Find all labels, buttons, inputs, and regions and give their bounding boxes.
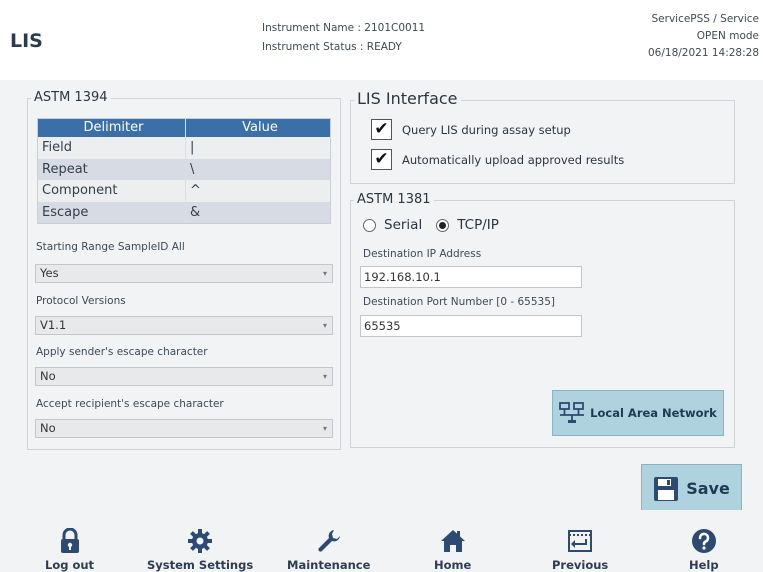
instrument-status: Instrument Status : READY [262,41,402,53]
network-icon [559,402,585,423]
system-settings-button[interactable]: System Settings [147,528,253,572]
query-lis-row[interactable]: ✔ Query LIS during assay setup [371,119,571,140]
chevron-down-icon: ▾ [322,424,327,433]
auto-upload-label: Automatically upload approved results [402,152,625,167]
dest-ip-label: Destination IP Address [363,248,482,260]
chevron-down-icon: ▾ [322,321,327,330]
previous-button[interactable]: Previous [552,528,608,572]
home-icon [440,530,465,552]
delimiter-value: | [190,140,195,155]
lis-interface-group: LIS Interface ✔ Query LIS during assay s… [350,89,735,184]
table-row[interactable]: Repeat \ [38,158,330,180]
help-icon [691,529,716,553]
main-content: ASTM 1394 Delimiter Value Field | Repeat… [0,80,763,513]
protocol-versions-select[interactable]: V1.1 ▾ [35,316,333,335]
instrument-name: Instrument Name : 2101C0011 [262,22,426,34]
dest-port-label: Destination Port Number [0 - 65535] [363,296,555,308]
sender-escape-select[interactable]: No ▾ [35,367,333,386]
delimiter-name: Component [38,180,186,202]
current-user: ServicePSS / Service [651,13,760,25]
footer-nav: Log out System Settings Maintenance Home… [0,510,763,572]
page-title: LIS [10,30,43,52]
delimiter-column-header: Delimiter [38,119,186,137]
home-button[interactable]: Home [434,528,471,572]
floppy-disk-icon [654,476,679,501]
lock-icon [60,528,79,553]
maintenance-button[interactable]: Maintenance [287,528,370,572]
lan-button-label: Local Area Network [590,406,717,420]
query-lis-label: Query LIS during assay setup [402,122,571,137]
radio-selected-dot [439,221,447,229]
dest-ip-input[interactable] [360,266,582,288]
value-column-header: Value [242,120,278,135]
delimiter-table: Delimiter Value Field | Repeat \ Compone… [37,118,331,224]
mode-indicator: OPEN mode [696,30,759,42]
query-lis-checkbox[interactable]: ✔ [371,119,392,140]
save-button[interactable]: Save [641,464,742,513]
delimiter-value: \ [190,161,195,177]
tcpip-label: TCP/IP [457,217,499,233]
protocol-versions-value: V1.1 [40,318,67,332]
delimiter-value: ^ [190,183,201,198]
previous-screen-icon [568,530,593,552]
delimiter-value: & [190,204,201,220]
recipient-escape-value: No [40,421,56,435]
previous-label: Previous [552,558,609,572]
delimiter-name: Escape [38,201,186,223]
delimiter-table-header: Delimiter Value [38,119,330,137]
help-label: Help [689,558,719,572]
home-label: Home [434,558,472,572]
astm1381-group: ASTM 1381 Serial TCP/IP Destination IP A… [350,192,735,448]
logout-button[interactable]: Log out [45,528,94,572]
header-bar: LIS Instrument Name : 2101C0011 Instrume… [0,0,763,81]
instrument-info: Instrument Name : 2101C0011 Instrument S… [262,19,425,57]
dest-port-input[interactable] [360,315,582,337]
starting-range-value: Yes [40,266,59,280]
recipient-escape-select[interactable]: No ▾ [35,419,333,438]
wrench-icon [318,530,340,552]
astm1394-group: ASTM 1394 Delimiter Value Field | Repeat… [27,90,341,450]
system-settings-label: System Settings [147,558,254,572]
session-info: ServicePSS / Service OPEN mode 06/18/202… [648,11,759,62]
help-button[interactable]: Help [689,528,719,572]
table-row[interactable]: Escape & [38,201,330,223]
protocol-radio-group: Serial TCP/IP [363,217,499,233]
sender-escape-label: Apply sender's escape character [36,346,208,358]
delimiter-name: Field [38,137,186,159]
chevron-down-icon: ▾ [322,269,327,278]
auto-upload-checkbox[interactable]: ✔ [371,149,392,170]
maintenance-label: Maintenance [287,558,371,572]
starting-range-select[interactable]: Yes ▾ [35,264,333,283]
recipient-escape-label: Accept recipient's escape character [36,398,224,410]
astm1394-legend: ASTM 1394 [31,90,111,105]
datetime: 06/18/2021 14:28:28 [647,47,759,59]
serial-label: Serial [384,217,423,233]
delimiter-name: Repeat [38,158,186,180]
table-row[interactable]: Field | [38,137,330,159]
local-area-network-button[interactable]: Local Area Network [552,390,724,436]
table-row[interactable]: Component ^ [38,180,330,202]
save-label: Save [686,479,730,498]
chevron-down-icon: ▾ [322,372,327,381]
tcpip-radio[interactable] [436,218,450,232]
serial-radio[interactable] [363,218,376,232]
protocol-versions-label: Protocol Versions [36,295,126,307]
logout-label: Log out [45,558,95,572]
sender-escape-value: No [40,369,56,383]
auto-upload-row[interactable]: ✔ Automatically upload approved results [371,149,624,170]
starting-range-label: Starting Range SampleID All [36,241,185,253]
astm1381-legend: ASTM 1381 [354,192,434,207]
lis-interface-legend: LIS Interface [354,89,461,108]
gear-icon [188,529,213,553]
